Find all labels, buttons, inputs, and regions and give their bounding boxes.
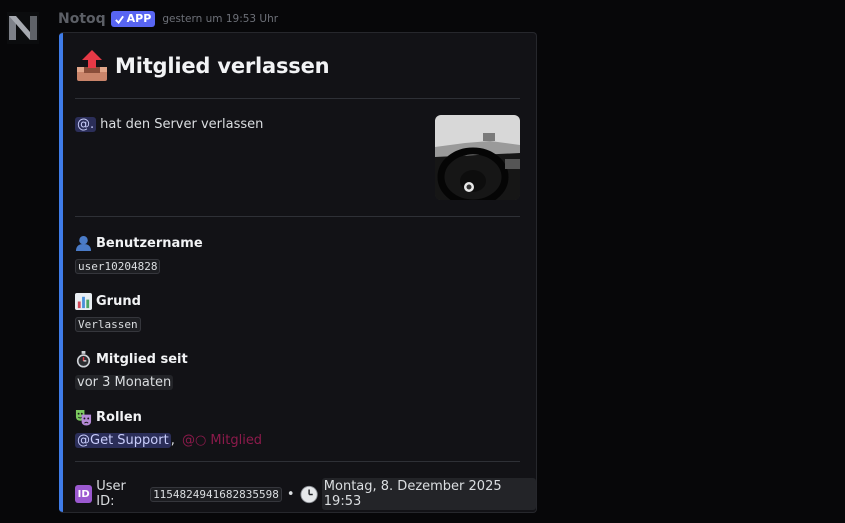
field-name-label: Mitglied seit	[96, 351, 188, 367]
car-steering-wheel-photo	[435, 115, 520, 200]
embed-accent-bar	[59, 33, 63, 512]
role-separator: ,	[170, 433, 175, 448]
reason-code: Verlassen	[75, 317, 141, 332]
stopwatch-icon	[76, 350, 91, 368]
divider	[75, 461, 520, 462]
id-icon: ID	[75, 485, 93, 503]
user-mention[interactable]: @.	[75, 117, 97, 132]
embed-title: Mitglied verlassen	[75, 49, 330, 83]
divider	[75, 98, 520, 99]
embed-description: @. hat den Server verlassen	[75, 117, 263, 132]
app-badge-label: APP	[126, 12, 152, 25]
description-text: hat den Server verlassen	[100, 117, 264, 132]
message-header: Notoq APP gestern um 19:53 Uhr	[58, 9, 278, 29]
field-name: Mitglied seit	[75, 350, 188, 368]
bar-chart-icon	[75, 292, 92, 310]
field-name-label: Benutzername	[96, 235, 203, 251]
embed-title-text: Mitglied verlassen	[115, 54, 330, 78]
outbox-tray-icon	[77, 50, 107, 81]
message-timestamp[interactable]: gestern um 19:53 Uhr	[162, 13, 278, 25]
checkmark-icon	[114, 15, 124, 24]
field-name: Grund	[75, 292, 141, 310]
footer-date: Montag, 8. Dezember 2025 19:53	[321, 478, 536, 510]
field-name: Benutzername	[75, 234, 203, 252]
field-grund: Grund Verlassen	[75, 292, 141, 332]
role-mention-mitglied[interactable]: @○ Mitglied	[180, 433, 264, 448]
embed-card: Mitglied verlassen @. hat den Server ver…	[59, 32, 537, 513]
member-since-value: vor 3 Monaten	[75, 375, 174, 390]
bust-silhouette-icon	[75, 235, 92, 251]
username-code: user10204828	[75, 259, 161, 274]
avatar[interactable]	[7, 12, 39, 44]
embed-thumbnail[interactable]	[435, 115, 520, 200]
app-badge: APP	[110, 11, 156, 27]
field-benutzername: Benutzername user10204828	[75, 234, 203, 274]
username[interactable]: Notoq	[58, 11, 106, 27]
theater-masks-icon	[75, 409, 92, 426]
user-id-label: User ID:	[96, 479, 126, 509]
field-name: Rollen	[75, 408, 264, 426]
user-id-code: 1154824941682835598	[150, 486, 282, 502]
divider	[75, 216, 520, 217]
footer-separator: •	[286, 486, 295, 502]
field-rollen: Rollen @Get Support, @○ Mitglied	[75, 408, 264, 448]
field-name-label: Grund	[96, 293, 141, 309]
field-name-label: Rollen	[96, 409, 142, 425]
field-mitglied-seit: Mitglied seit vor 3 Monaten	[75, 350, 188, 390]
role-mention-get-support[interactable]: @Get Support	[75, 433, 171, 448]
clock-icon	[300, 485, 318, 503]
roles-list: @Get Support, @○ Mitglied	[75, 429, 264, 448]
embed-footer: ID User ID: 1154824941682835598 • Montag…	[75, 478, 536, 510]
letter-n-logo	[7, 12, 39, 44]
